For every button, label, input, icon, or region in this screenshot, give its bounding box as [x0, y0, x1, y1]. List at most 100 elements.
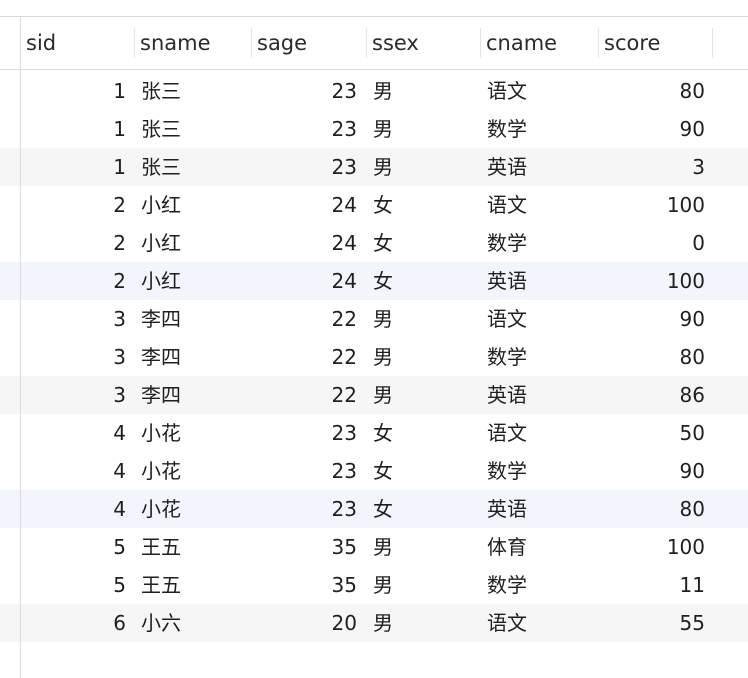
cell-sid[interactable]: 4 — [26, 414, 126, 452]
cell-cname[interactable]: 语文 — [487, 186, 527, 224]
cell-ssex[interactable]: 女 — [373, 452, 393, 490]
column-resize-handle[interactable] — [134, 28, 135, 58]
cell-sname[interactable]: 王五 — [141, 566, 181, 604]
cell-sid[interactable]: 3 — [26, 338, 126, 376]
cell-sid[interactable]: 3 — [26, 376, 126, 414]
cell-score[interactable]: 86 — [604, 376, 705, 414]
table-row[interactable]: 3 李四 22 男 英语 86 — [0, 376, 748, 414]
table-row[interactable]: 4 小花 23 女 数学 90 — [0, 452, 748, 490]
cell-cname[interactable]: 体育 — [487, 528, 527, 566]
cell-ssex[interactable]: 男 — [373, 604, 393, 642]
cell-sname[interactable]: 张三 — [141, 110, 181, 148]
cell-sage[interactable]: 23 — [257, 490, 357, 528]
table-row[interactable]: 5 王五 35 男 体育 100 — [0, 528, 748, 566]
cell-sid[interactable]: 2 — [26, 262, 126, 300]
column-header-ssex[interactable]: ssex — [372, 17, 419, 69]
table-row[interactable]: 5 王五 35 男 数学 11 — [0, 566, 748, 604]
table-row[interactable]: 6 小六 20 男 语文 55 — [0, 604, 748, 642]
cell-sage[interactable]: 35 — [257, 528, 357, 566]
cell-score[interactable]: 90 — [604, 110, 705, 148]
cell-cname[interactable]: 语文 — [487, 604, 527, 642]
column-header-sid[interactable]: sid — [26, 17, 56, 69]
cell-ssex[interactable]: 女 — [373, 262, 393, 300]
cell-sname[interactable]: 小红 — [141, 224, 181, 262]
column-header-sage[interactable]: sage — [257, 17, 307, 69]
cell-cname[interactable]: 语文 — [487, 414, 527, 452]
cell-sage[interactable]: 23 — [257, 110, 357, 148]
cell-sage[interactable]: 24 — [257, 186, 357, 224]
table-row[interactable]: 1 张三 23 男 英语 3 — [0, 148, 748, 186]
cell-cname[interactable]: 英语 — [487, 376, 527, 414]
cell-sname[interactable]: 张三 — [141, 148, 181, 186]
cell-sid[interactable]: 5 — [26, 566, 126, 604]
cell-ssex[interactable]: 男 — [373, 148, 393, 186]
cell-ssex[interactable]: 男 — [373, 300, 393, 338]
cell-sage[interactable]: 23 — [257, 452, 357, 490]
cell-sid[interactable]: 4 — [26, 452, 126, 490]
cell-ssex[interactable]: 男 — [373, 376, 393, 414]
cell-sid[interactable]: 5 — [26, 528, 126, 566]
cell-ssex[interactable]: 女 — [373, 490, 393, 528]
cell-ssex[interactable]: 女 — [373, 186, 393, 224]
cell-sname[interactable]: 小花 — [141, 452, 181, 490]
cell-sage[interactable]: 24 — [257, 262, 357, 300]
cell-sage[interactable]: 22 — [257, 338, 357, 376]
cell-sid[interactable]: 2 — [26, 224, 126, 262]
cell-sname[interactable]: 李四 — [141, 300, 181, 338]
column-header-score[interactable]: score — [604, 17, 660, 69]
cell-sid[interactable]: 1 — [26, 148, 126, 186]
cell-ssex[interactable]: 女 — [373, 414, 393, 452]
cell-score[interactable]: 50 — [604, 414, 705, 452]
column-resize-handle[interactable] — [366, 28, 367, 58]
column-resize-handle[interactable] — [598, 28, 599, 58]
column-header-sname[interactable]: sname — [140, 17, 211, 69]
cell-cname[interactable]: 数学 — [487, 566, 527, 604]
cell-sage[interactable]: 35 — [257, 566, 357, 604]
cell-score[interactable]: 11 — [604, 566, 705, 604]
cell-cname[interactable]: 语文 — [487, 72, 527, 110]
cell-score[interactable]: 100 — [604, 186, 705, 224]
cell-ssex[interactable]: 女 — [373, 224, 393, 262]
table-row[interactable]: 3 李四 22 男 语文 90 — [0, 300, 748, 338]
cell-score[interactable]: 100 — [604, 262, 705, 300]
cell-sid[interactable]: 2 — [26, 186, 126, 224]
table-row[interactable]: 4 小花 23 女 英语 80 — [0, 490, 748, 528]
cell-score[interactable]: 90 — [604, 300, 705, 338]
column-resize-handle[interactable] — [480, 28, 481, 58]
cell-sname[interactable]: 张三 — [141, 72, 181, 110]
cell-cname[interactable]: 数学 — [487, 338, 527, 376]
cell-sname[interactable]: 小红 — [141, 262, 181, 300]
cell-score[interactable]: 90 — [604, 452, 705, 490]
table-row[interactable]: 2 小红 24 女 语文 100 — [0, 186, 748, 224]
column-header-cname[interactable]: cname — [486, 17, 557, 69]
cell-sage[interactable]: 24 — [257, 224, 357, 262]
table-row[interactable]: 3 李四 22 男 数学 80 — [0, 338, 748, 376]
cell-score[interactable]: 80 — [604, 338, 705, 376]
cell-sname[interactable]: 李四 — [141, 338, 181, 376]
cell-ssex[interactable]: 男 — [373, 528, 393, 566]
cell-score[interactable]: 0 — [604, 224, 705, 262]
cell-score[interactable]: 3 — [604, 148, 705, 186]
cell-sname[interactable]: 王五 — [141, 528, 181, 566]
cell-cname[interactable]: 英语 — [487, 262, 527, 300]
cell-sname[interactable]: 小花 — [141, 490, 181, 528]
column-resize-handle[interactable] — [251, 28, 252, 58]
cell-cname[interactable]: 数学 — [487, 224, 527, 262]
cell-sid[interactable]: 1 — [26, 110, 126, 148]
cell-cname[interactable]: 英语 — [487, 148, 527, 186]
cell-cname[interactable]: 数学 — [487, 452, 527, 490]
cell-cname[interactable]: 英语 — [487, 490, 527, 528]
cell-ssex[interactable]: 男 — [373, 110, 393, 148]
table-row[interactable]: 1 张三 23 男 语文 80 — [0, 72, 748, 110]
cell-sname[interactable]: 小红 — [141, 186, 181, 224]
cell-sid[interactable]: 3 — [26, 300, 126, 338]
cell-sid[interactable]: 1 — [26, 72, 126, 110]
cell-ssex[interactable]: 男 — [373, 338, 393, 376]
cell-sage[interactable]: 23 — [257, 148, 357, 186]
cell-sname[interactable]: 小六 — [141, 604, 181, 642]
cell-sage[interactable]: 23 — [257, 414, 357, 452]
cell-ssex[interactable]: 男 — [373, 566, 393, 604]
cell-score[interactable]: 55 — [604, 604, 705, 642]
table-row[interactable]: 2 小红 24 女 英语 100 — [0, 262, 748, 300]
cell-sid[interactable]: 6 — [26, 604, 126, 642]
